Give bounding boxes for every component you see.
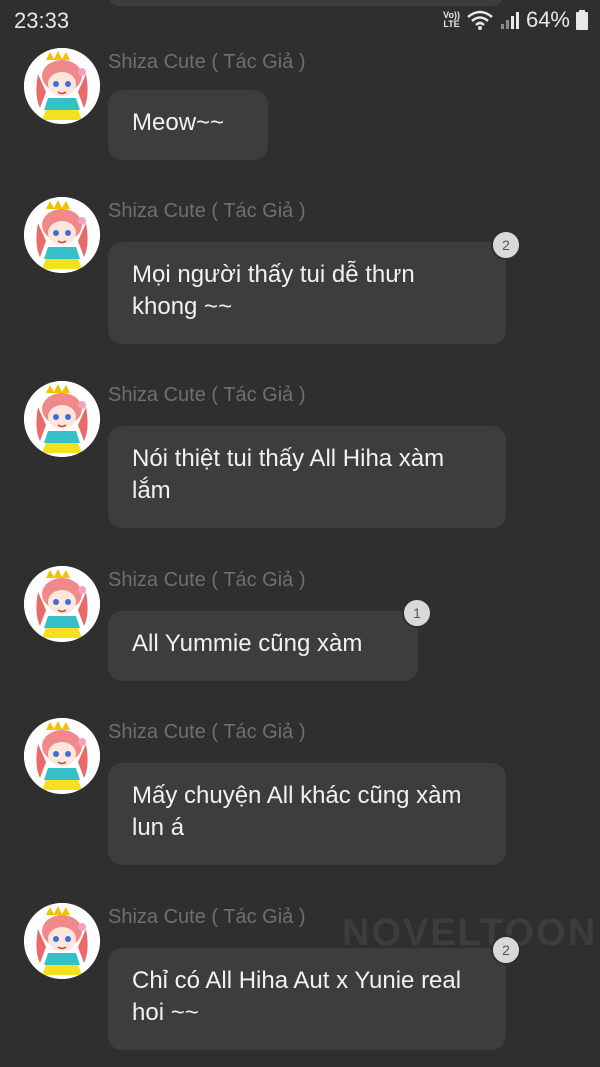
message-bubble[interactable]: Nói thiệt tui thấy All Hiha xàm lắm [108, 426, 506, 528]
signal-icon [500, 10, 520, 30]
message-text: All Yummie cũng xàm [132, 630, 363, 657]
comment-count-badge[interactable]: 2 [491, 935, 521, 965]
battery-icon [576, 10, 588, 30]
clock: 23:33 [14, 8, 70, 33]
sender-name: Shiza Cute ( Tác Giả ) [108, 721, 306, 743]
message-bubble[interactable]: Chỉ có All Hiha Aut x Yunie real hoi ~~ [108, 948, 506, 1050]
status-bar: 23:33 Vo)) LTE 64% [0, 0, 600, 42]
sender-name: Shiza Cute ( Tác Giả ) [108, 569, 306, 591]
sender-avatar[interactable] [24, 48, 100, 124]
message-text: Chỉ có All Hiha Aut x Yunie real hoi ~~ [132, 967, 462, 1026]
battery-percent: 64% [525, 7, 570, 32]
sender-name: Shiza Cute ( Tác Giả ) [108, 906, 306, 928]
sender-avatar[interactable] [24, 197, 100, 273]
message-bubble[interactable]: All Yummie cũng xàm [108, 611, 418, 681]
message-bubble[interactable]: Mấy chuyện All khác cũng xàm lun á [108, 763, 506, 865]
volte-icon: Vo)) LTE [443, 10, 460, 29]
previous-message-bubble [108, 0, 504, 6]
sender-name: Shiza Cute ( Tác Giả ) [108, 200, 306, 222]
message-text: Nói thiệt tui thấy All Hiha xàm lắm [132, 445, 445, 504]
message-bubble[interactable]: Meow~~ [108, 90, 268, 160]
sender-avatar[interactable] [24, 381, 100, 457]
message-bubble[interactable]: Mọi người thấy tui dễ thưn khong ~~ [108, 242, 506, 344]
message-text: Mọi người thấy tui dễ thưn khong ~~ [132, 261, 415, 320]
sender-avatar[interactable] [24, 903, 100, 979]
sender-avatar[interactable] [24, 566, 100, 642]
comment-count-badge[interactable]: 1 [402, 598, 432, 628]
message-text: Meow~~ [132, 109, 225, 136]
wifi-icon [466, 9, 494, 31]
sender-name: Shiza Cute ( Tác Giả ) [108, 51, 306, 73]
comment-count-badge[interactable]: 2 [491, 230, 521, 260]
sender-avatar[interactable] [24, 718, 100, 794]
message-text: Mấy chuyện All khác cũng xàm lun á [132, 782, 462, 841]
sender-name: Shiza Cute ( Tác Giả ) [108, 384, 306, 406]
status-icons: Vo)) LTE 64% [443, 7, 588, 33]
